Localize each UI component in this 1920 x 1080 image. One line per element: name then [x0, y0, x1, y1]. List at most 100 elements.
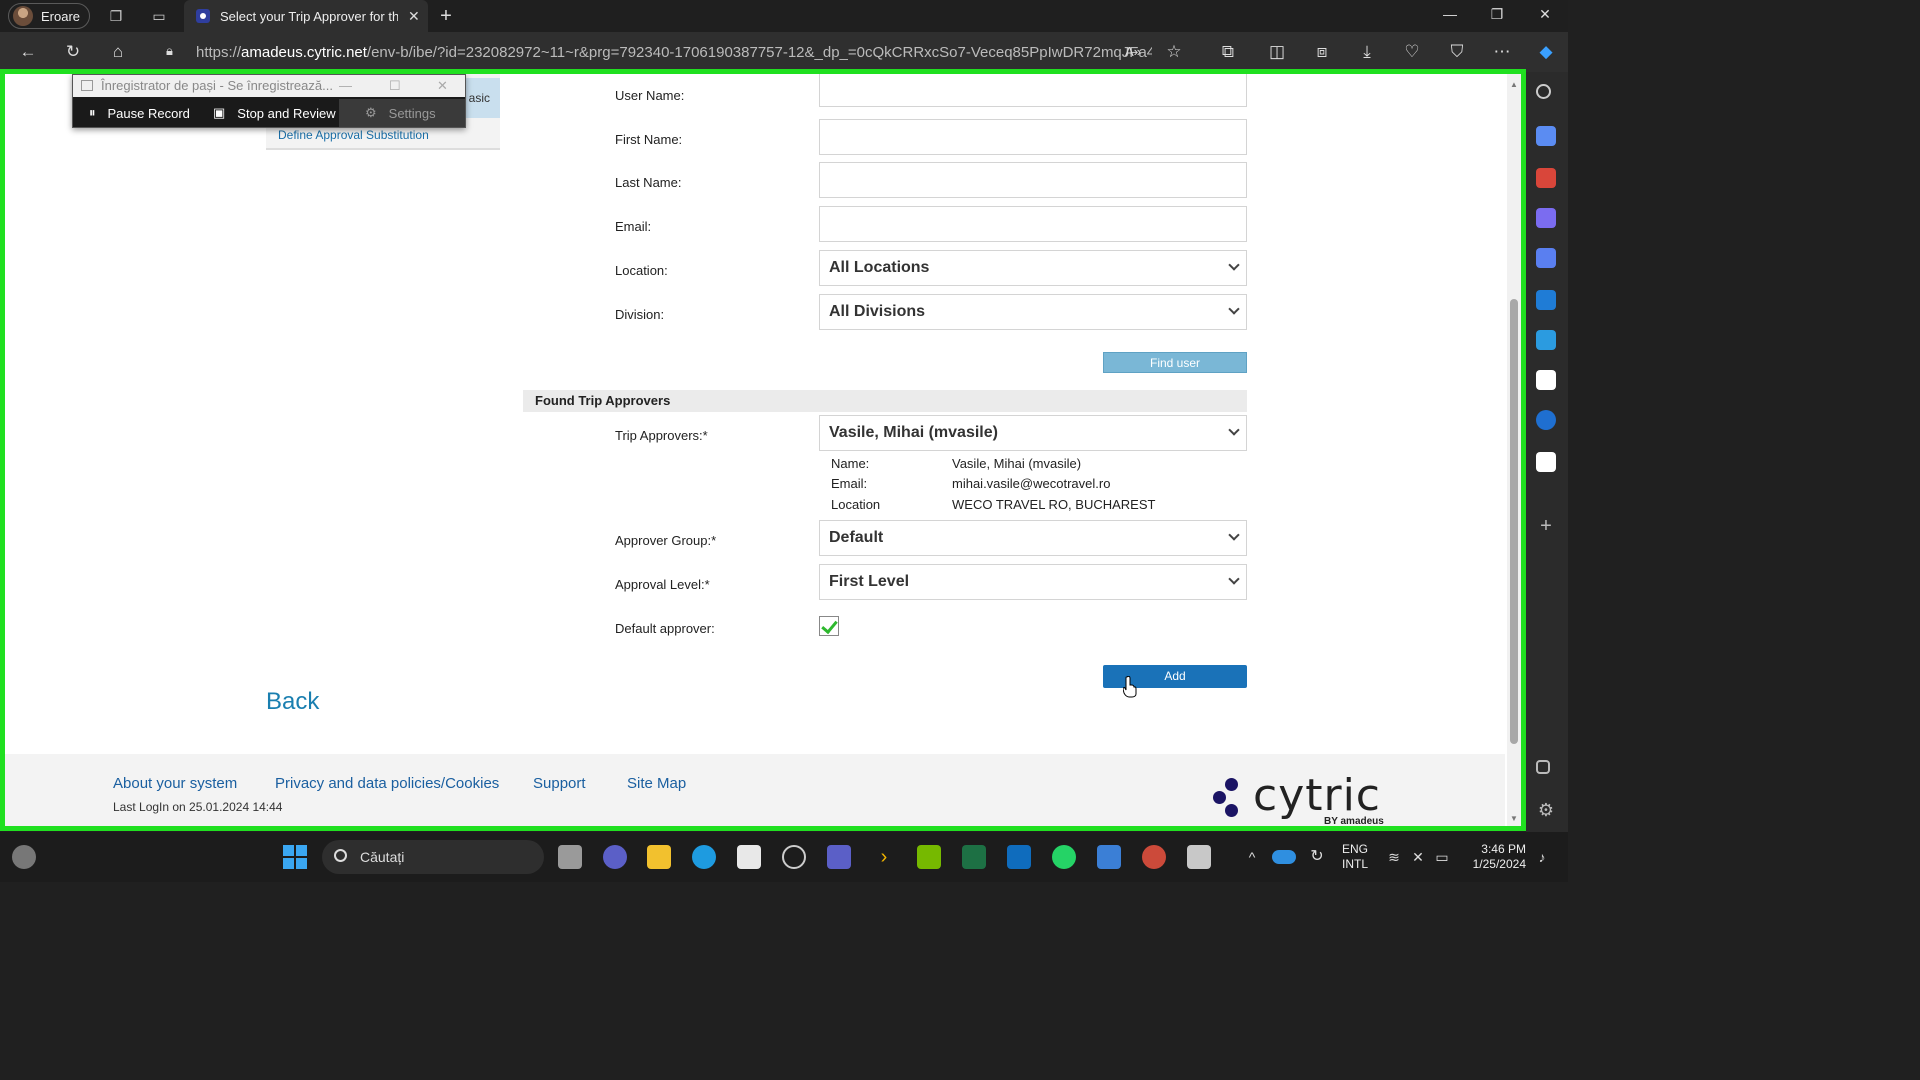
- input-language[interactable]: ENG INTL: [1342, 842, 1368, 872]
- battery-icon[interactable]: ▭: [1430, 845, 1454, 869]
- dell-icon[interactable]: [782, 845, 806, 869]
- first-name-input[interactable]: [819, 119, 1247, 155]
- minimize-icon[interactable]: —: [1440, 6, 1460, 22]
- favorite-star-icon[interactable]: ☆: [1163, 42, 1185, 62]
- find-user-button[interactable]: Find user: [1103, 352, 1247, 373]
- wifi-icon[interactable]: ≋: [1382, 845, 1406, 869]
- sidebar-panel-icon[interactable]: [1536, 760, 1550, 774]
- restore-icon[interactable]: ❐: [1487, 6, 1507, 23]
- privacy-policies-link[interactable]: Privacy and data policies/Cookies: [275, 775, 499, 792]
- workspaces-icon[interactable]: ❐: [107, 7, 125, 25]
- teams-chat-icon[interactable]: [603, 845, 627, 869]
- sync-icon[interactable]: ↻: [1305, 845, 1329, 869]
- microsoft-365-icon[interactable]: [1536, 248, 1556, 268]
- copilot-icon[interactable]: ◆: [1535, 42, 1557, 62]
- last-name-input[interactable]: [819, 162, 1247, 198]
- outlook-icon[interactable]: [1536, 290, 1556, 310]
- app-icon-2[interactable]: [1142, 845, 1166, 869]
- pause-record-button[interactable]: ⏸︎ Pause Record: [75, 99, 199, 127]
- default-approver-checkbox[interactable]: [819, 616, 839, 636]
- app-arrow-icon[interactable]: ›: [872, 845, 896, 869]
- url-host: amadeus.cytric.net: [241, 43, 367, 61]
- about-system-link[interactable]: About your system: [113, 775, 237, 792]
- tab-title: Select your Trip Approver for the: [220, 8, 398, 24]
- app-icon-3[interactable]: [1187, 845, 1211, 869]
- onedrive-icon[interactable]: [1272, 850, 1296, 864]
- profile-button[interactable]: Eroare: [8, 3, 90, 29]
- file-explorer-icon[interactable]: [647, 845, 671, 869]
- outlook-icon[interactable]: [1007, 845, 1031, 869]
- excel-icon[interactable]: [962, 845, 986, 869]
- weather-icon[interactable]: [12, 845, 36, 869]
- division-select[interactable]: All Divisions: [819, 294, 1247, 330]
- show-hidden-icons-icon[interactable]: ^: [1240, 845, 1264, 869]
- back-arrow-icon[interactable]: ←: [17, 42, 39, 62]
- email-input[interactable]: [819, 206, 1247, 242]
- notification-bell-icon[interactable]: ♪: [1530, 845, 1554, 869]
- recorder-maximize-icon[interactable]: ☐: [389, 75, 401, 97]
- stop-and-review-button[interactable]: ▣ Stop and Review: [199, 99, 339, 127]
- lock-icon[interactable]: 🔒︎: [166, 43, 173, 59]
- recorder-minimize-icon[interactable]: —: [339, 75, 352, 97]
- refresh-icon[interactable]: ↻: [62, 42, 84, 62]
- task-view-icon[interactable]: [558, 845, 582, 869]
- home-icon[interactable]: ⌂: [107, 42, 129, 62]
- close-tab-icon[interactable]: ✕: [408, 8, 428, 25]
- system-clock[interactable]: 3:46 PM 1/25/2024: [1464, 842, 1526, 872]
- approver-location-value: WECO TRAVEL RO, BUCHAREST: [952, 497, 1156, 512]
- address-bar[interactable]: https://amadeus.cytric.net/env-b/ibe/?id…: [152, 36, 1152, 68]
- trip-approvers-select[interactable]: Vasile, Mihai (mvasile): [819, 415, 1247, 451]
- send-icon[interactable]: [1536, 330, 1556, 350]
- shopping-tag-icon[interactable]: [1536, 126, 1556, 146]
- more-menu-icon[interactable]: ⋯: [1491, 42, 1513, 62]
- taskbar-search[interactable]: Căutați: [322, 840, 544, 874]
- active-tab[interactable]: Select your Trip Approver for the ✕: [184, 0, 428, 32]
- site-map-link[interactable]: Site Map: [627, 775, 686, 792]
- start-windows-icon[interactable]: [283, 845, 307, 869]
- close-window-icon[interactable]: ✕: [1535, 6, 1555, 23]
- split-screen-icon[interactable]: ◫: [1266, 42, 1288, 62]
- collections-icon[interactable]: ⧈: [1311, 42, 1333, 62]
- chevron-down-icon: [1228, 259, 1240, 271]
- tools-briefcase-icon[interactable]: [1536, 168, 1556, 188]
- trip-approvers-value: Vasile, Mihai (mvasile): [829, 424, 998, 441]
- teams-icon[interactable]: [827, 845, 851, 869]
- app-shortcut-2-icon[interactable]: [1536, 452, 1556, 472]
- mouse-pointer-icon: [1123, 676, 1137, 698]
- edge-icon[interactable]: [692, 845, 716, 869]
- games-icon[interactable]: [1536, 208, 1556, 228]
- recorder-close-icon[interactable]: ✕: [437, 75, 448, 97]
- amazon-icon[interactable]: [1536, 410, 1556, 430]
- tab-actions-icon[interactable]: ▭: [150, 7, 168, 25]
- user-name-input[interactable]: [819, 74, 1247, 107]
- approval-level-select[interactable]: First Level: [819, 564, 1247, 600]
- microsoft-store-icon[interactable]: [737, 845, 761, 869]
- nvidia-icon[interactable]: [917, 845, 941, 869]
- back-link[interactable]: Back: [266, 688, 319, 716]
- email-label: Email:: [615, 219, 652, 234]
- app-shortcut-icon[interactable]: [1536, 370, 1556, 390]
- recording-frame: asic Define Approval Substitution Înregi…: [0, 69, 1526, 831]
- support-link[interactable]: Support: [533, 775, 586, 792]
- scroll-up-icon[interactable]: ▲: [1509, 80, 1519, 89]
- read-aloud-icon[interactable]: A»: [1122, 42, 1144, 62]
- downloads-icon[interactable]: ⤓: [1356, 42, 1378, 62]
- settings-button[interactable]: ⚙ Settings: [339, 99, 465, 127]
- extensions-icon[interactable]: ⧉: [1217, 42, 1239, 62]
- add-icon[interactable]: +: [1536, 516, 1556, 536]
- browser-essentials-icon[interactable]: ♡: [1401, 42, 1423, 62]
- search-icon[interactable]: [1536, 84, 1551, 99]
- shield-icon[interactable]: ⛉: [1446, 42, 1468, 62]
- define-approval-substitution-link[interactable]: Define Approval Substitution: [278, 128, 429, 142]
- whatsapp-icon[interactable]: [1052, 845, 1076, 869]
- navigation-bar: ← ↻ ⌂ https://amadeus.cytric.net/env-b/i…: [0, 32, 1568, 72]
- scroll-down-icon[interactable]: ▼: [1509, 814, 1519, 823]
- location-select[interactable]: All Locations: [819, 250, 1247, 286]
- new-tab-icon[interactable]: +: [436, 5, 456, 28]
- approver-group-select[interactable]: Default: [819, 520, 1247, 556]
- sidebar-settings-gear-icon[interactable]: ⚙: [1536, 800, 1556, 820]
- vertical-scrollbar[interactable]: ▲ ▼: [1507, 74, 1521, 826]
- scrollbar-thumb[interactable]: [1510, 299, 1518, 744]
- app-icon[interactable]: [1097, 845, 1121, 869]
- volume-muted-icon[interactable]: ✕: [1406, 845, 1430, 869]
